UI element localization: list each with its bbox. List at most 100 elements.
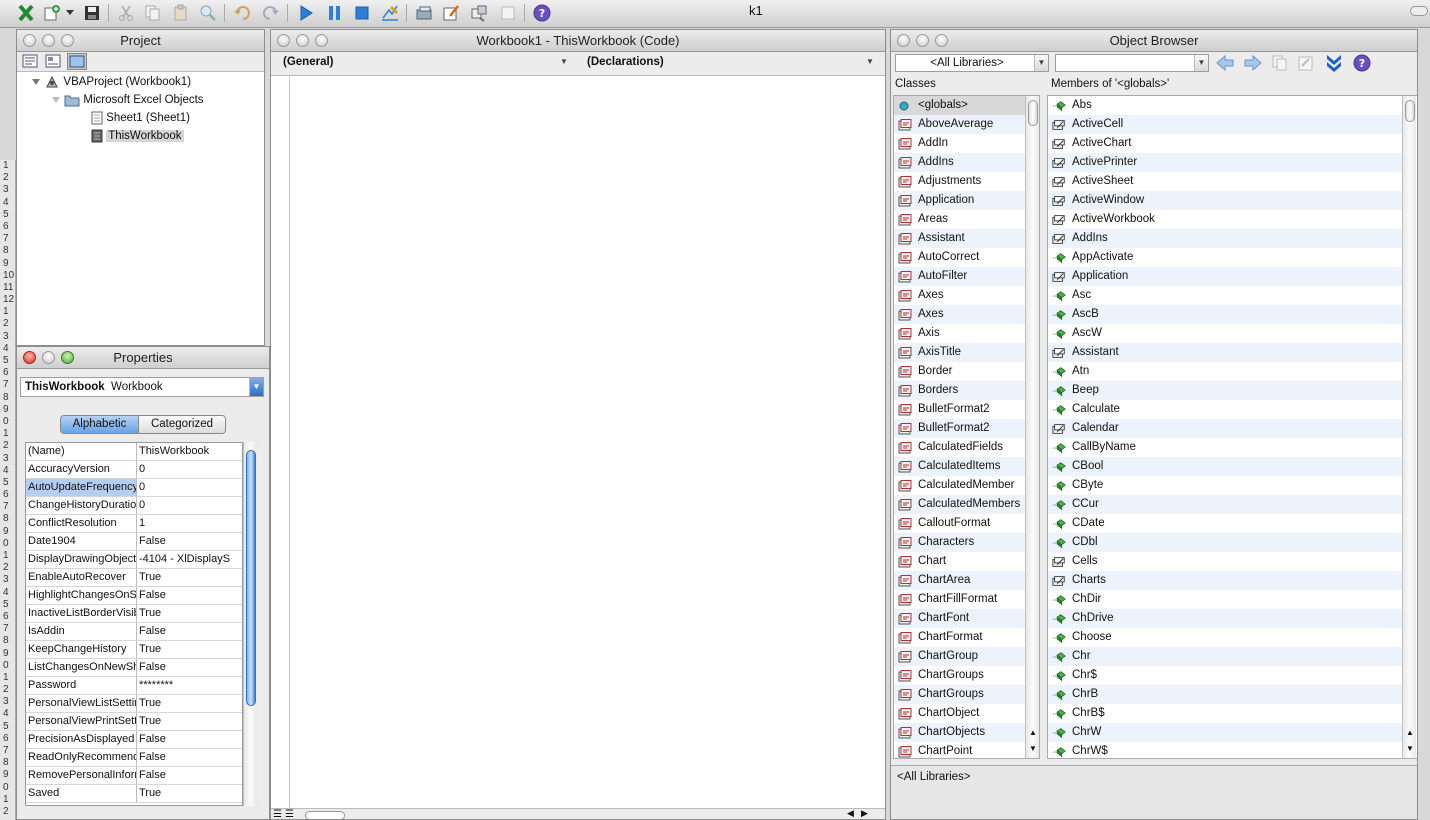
- tab-categorized[interactable]: Categorized: [139, 416, 225, 433]
- scroll-down-icon[interactable]: ▼: [1029, 744, 1037, 753]
- scroll-thumb[interactable]: [1405, 100, 1415, 122]
- class-list-item[interactable]: CalculatedItems: [894, 457, 1025, 476]
- tree-item-excel-objects[interactable]: Microsoft Excel Objects: [51, 91, 204, 109]
- zoom-button[interactable]: [315, 34, 328, 47]
- property-value[interactable]: False: [137, 623, 242, 640]
- member-list-item[interactable]: CDate: [1048, 514, 1402, 533]
- class-list-item[interactable]: AutoCorrect: [894, 248, 1025, 267]
- classes-scrollbar[interactable]: ▲ ▼: [1025, 96, 1039, 758]
- pause-icon[interactable]: [324, 4, 344, 22]
- project-explorer-icon[interactable]: [414, 4, 434, 22]
- property-row[interactable]: PersonalViewPrintSettingsTrue: [26, 713, 242, 731]
- property-row[interactable]: PersonalViewListSettingsTrue: [26, 695, 242, 713]
- class-list-item[interactable]: CalloutFormat: [894, 514, 1025, 533]
- member-list-item[interactable]: ChDrive: [1048, 609, 1402, 628]
- scroll-up-icon[interactable]: ▲: [1406, 728, 1414, 737]
- chevron-down-icon[interactable]: [64, 4, 76, 22]
- member-list-item[interactable]: CDbl: [1048, 533, 1402, 552]
- tree-item-sheet1[interactable]: Sheet1 (Sheet1): [91, 109, 190, 127]
- member-list-item[interactable]: ChrB$: [1048, 704, 1402, 723]
- property-value[interactable]: False: [137, 731, 242, 748]
- member-list-item[interactable]: ActiveWorkbook: [1048, 210, 1402, 229]
- property-value[interactable]: 0: [137, 461, 242, 478]
- property-row[interactable]: KeepChangeHistory True: [26, 641, 242, 659]
- add-module-icon[interactable]: [42, 4, 62, 22]
- class-list-item[interactable]: ChartObjects: [894, 723, 1025, 742]
- member-list-item[interactable]: ActivePrinter: [1048, 153, 1402, 172]
- tab-alphabetic[interactable]: Alphabetic: [61, 416, 139, 433]
- excel-icon[interactable]: [16, 4, 36, 22]
- property-row[interactable]: DisplayDrawingObjects -4104 - XlDisplayS: [26, 551, 242, 569]
- member-list-item[interactable]: ChDir: [1048, 590, 1402, 609]
- cut-icon[interactable]: [116, 4, 136, 22]
- object-combo[interactable]: (General) ▼: [279, 54, 571, 72]
- class-list-item[interactable]: AddIn: [894, 134, 1025, 153]
- library-combo[interactable]: <All Libraries> ▼: [895, 54, 1049, 72]
- view-code-icon[interactable]: [22, 54, 38, 71]
- property-value[interactable]: False: [137, 749, 242, 766]
- class-list-item[interactable]: AxisTitle: [894, 343, 1025, 362]
- toolbar-toggle-button[interactable]: [1410, 6, 1428, 16]
- member-list-item[interactable]: AscW: [1048, 324, 1402, 343]
- property-row[interactable]: EnableAutoRecover True: [26, 569, 242, 587]
- save-icon[interactable]: [82, 4, 102, 22]
- class-list-item[interactable]: AutoFilter: [894, 267, 1025, 286]
- search-combo[interactable]: ▼: [1055, 54, 1209, 72]
- zoom-button[interactable]: [61, 351, 74, 364]
- paste-icon[interactable]: [171, 4, 191, 22]
- scroll-up-icon[interactable]: ▲: [1029, 728, 1037, 737]
- member-list-item[interactable]: ActiveSheet: [1048, 172, 1402, 191]
- zoom-button[interactable]: [61, 34, 74, 47]
- chevron-down-icon[interactable]: ▼: [249, 378, 263, 396]
- property-value[interactable]: False: [137, 533, 242, 550]
- class-list-item[interactable]: Areas: [894, 210, 1025, 229]
- design-mode-icon[interactable]: [380, 4, 400, 22]
- class-list-item[interactable]: ChartPoint: [894, 742, 1025, 758]
- procedure-combo[interactable]: (Declarations) ▼: [583, 54, 877, 72]
- property-row[interactable]: AutoUpdateFrequency 0: [26, 479, 242, 497]
- class-list-item[interactable]: AddIns: [894, 153, 1025, 172]
- property-value[interactable]: ********: [137, 677, 242, 694]
- member-list-item[interactable]: AppActivate: [1048, 248, 1402, 267]
- scroll-right-icon[interactable]: ▶: [861, 808, 868, 819]
- member-list-item[interactable]: CByte: [1048, 476, 1402, 495]
- class-list-item[interactable]: ChartFillFormat: [894, 590, 1025, 609]
- view-module-icon[interactable]: ☰: [285, 809, 294, 819]
- member-list-item[interactable]: AddIns: [1048, 229, 1402, 248]
- properties-icon[interactable]: [441, 4, 461, 22]
- property-value[interactable]: 0: [137, 479, 242, 496]
- members-scrollbar[interactable]: ▲ ▼: [1402, 96, 1416, 758]
- member-list-item[interactable]: Asc: [1048, 286, 1402, 305]
- class-list-item[interactable]: ChartGroups: [894, 666, 1025, 685]
- close-button[interactable]: [277, 34, 290, 47]
- property-row[interactable]: RemovePersonalInformationFalse: [26, 767, 242, 785]
- scroll-thumb[interactable]: [305, 811, 345, 819]
- class-list-item[interactable]: ChartGroups: [894, 685, 1025, 704]
- scroll-left-icon[interactable]: ◀: [847, 808, 854, 819]
- copy-icon[interactable]: [1271, 54, 1289, 75]
- class-list-item[interactable]: Adjustments: [894, 172, 1025, 191]
- class-list-item[interactable]: Borders: [894, 381, 1025, 400]
- help-icon[interactable]: ?: [532, 4, 552, 22]
- property-row[interactable]: ReadOnlyRecommendedFalse: [26, 749, 242, 767]
- property-value[interactable]: False: [137, 587, 242, 604]
- property-row[interactable]: Date1904 False: [26, 533, 242, 551]
- property-value[interactable]: True: [137, 641, 242, 658]
- property-row[interactable]: Password ********: [26, 677, 242, 695]
- member-list-item[interactable]: Chr: [1048, 647, 1402, 666]
- run-icon[interactable]: [296, 4, 316, 22]
- class-list-item[interactable]: ChartFont: [894, 609, 1025, 628]
- member-list-item[interactable]: ActiveCell: [1048, 115, 1402, 134]
- class-list-item[interactable]: BulletFormat2: [894, 419, 1025, 438]
- property-row[interactable]: HighlightChangesOnScreenFalse: [26, 587, 242, 605]
- close-button[interactable]: [23, 351, 36, 364]
- minimize-button[interactable]: [916, 34, 929, 47]
- property-row[interactable]: (Name) ThisWorkbook: [26, 443, 242, 461]
- property-value[interactable]: False: [137, 767, 242, 784]
- property-value[interactable]: True: [137, 713, 242, 730]
- property-row[interactable]: Saved True: [26, 785, 242, 803]
- property-row[interactable]: ConflictResolution 1: [26, 515, 242, 533]
- member-list-item[interactable]: ChrW: [1048, 723, 1402, 742]
- member-list-item[interactable]: AscB: [1048, 305, 1402, 324]
- member-list-item[interactable]: Beep: [1048, 381, 1402, 400]
